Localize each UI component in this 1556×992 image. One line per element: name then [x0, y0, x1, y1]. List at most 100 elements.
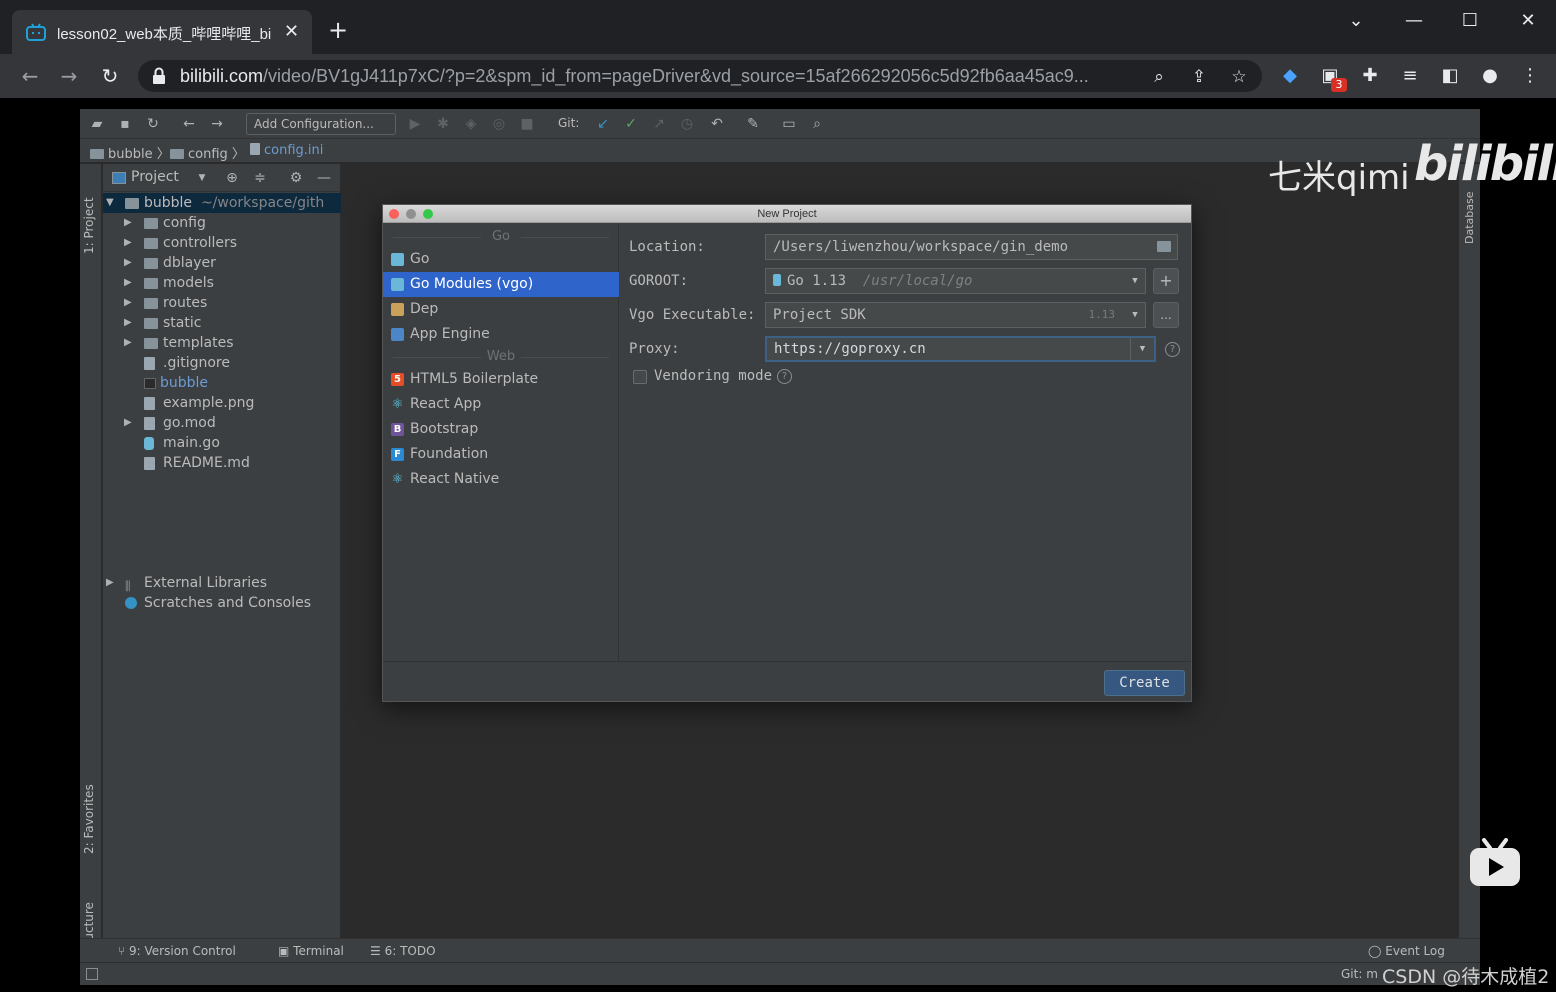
expand-arrow-icon[interactable]: ▶ — [124, 413, 132, 433]
project-type-react-native[interactable]: ⚛ React Native — [383, 467, 619, 492]
new-tab-button[interactable]: + — [328, 18, 348, 42]
nav-forward-icon[interactable]: → — [208, 115, 226, 133]
git-history-icon[interactable]: ◷ — [678, 115, 696, 133]
tree-item[interactable]: example.png — [103, 393, 341, 413]
tree-item-scratches[interactable]: Scratches and Consoles — [103, 593, 341, 613]
open-folder-icon[interactable]: ▰ — [88, 115, 106, 133]
location-field[interactable]: /Users/liwenzhou/workspace/gin_demo — [765, 234, 1178, 260]
tool-tab-terminal[interactable]: ▣ Terminal — [278, 944, 344, 958]
project-view-selector[interactable]: Project — [131, 169, 179, 185]
tree-root[interactable]: ▼ bubble ~/workspace/gith — [103, 193, 341, 213]
gear-icon[interactable]: ⚙ — [287, 169, 305, 187]
vendoring-help-icon[interactable]: ? — [777, 369, 792, 384]
debug-icon[interactable]: ✱ — [434, 115, 452, 133]
save-icon[interactable]: ▪ — [116, 115, 134, 133]
create-button[interactable]: Create — [1104, 670, 1185, 696]
share-icon[interactable]: ⇪ — [1188, 66, 1210, 88]
project-type-react-app[interactable]: ⚛ React App — [383, 392, 619, 417]
minimize-window-button[interactable]: — — [1399, 10, 1429, 32]
project-type-html5[interactable]: 5 HTML5 Boilerplate — [383, 367, 619, 392]
nav-back-icon[interactable]: ← — [180, 115, 198, 133]
locate-file-icon[interactable]: ⊕ — [223, 169, 241, 187]
expand-arrow-icon[interactable]: ▶ — [124, 273, 132, 293]
reload-icon[interactable]: ↻ — [98, 64, 122, 88]
proxy-input[interactable]: https://goproxy.cn ▼ — [765, 336, 1156, 362]
tool-tab-project[interactable]: 1: Project — [82, 197, 96, 254]
media-queue-icon[interactable]: ≡ — [1398, 64, 1422, 88]
expand-arrow-icon[interactable]: ▶ — [124, 313, 132, 333]
git-update-icon[interactable]: ↙ — [594, 115, 612, 133]
profile-icon[interactable]: ◎ — [490, 115, 508, 133]
tool-tab-favorites[interactable]: 2: Favorites — [82, 784, 96, 854]
add-sdk-button[interactable]: + — [1153, 268, 1179, 294]
tree-item[interactable]: .gitignore — [103, 353, 341, 373]
expand-arrow-icon[interactable]: ▶ — [124, 293, 132, 313]
tree-item[interactable]: bubble — [103, 373, 341, 393]
project-type-dep[interactable]: Dep — [383, 297, 619, 322]
expand-arrow-icon[interactable]: ▼ — [106, 193, 114, 213]
tab-search-chevron-icon[interactable]: ⌄ — [1341, 10, 1371, 32]
close-traffic-light[interactable] — [389, 209, 399, 219]
chevron-down-icon[interactable]: ▼ — [193, 169, 211, 187]
tool-tab-event-log[interactable]: ◯ Event Log — [1368, 944, 1445, 958]
zoom-icon[interactable]: ⌕ — [1148, 66, 1170, 88]
vendoring-mode-checkbox[interactable] — [633, 370, 647, 384]
breadcrumb-item[interactable]: config 〉 — [170, 143, 245, 162]
git-commit-icon[interactable]: ✓ — [622, 115, 640, 133]
search-everywhere-icon[interactable]: ⌕ — [808, 115, 826, 133]
bookmark-star-icon[interactable]: ☆ — [1228, 66, 1250, 88]
tree-item[interactable]: ▶ controllers — [103, 233, 341, 253]
add-configuration-button[interactable]: Add Configuration... — [246, 113, 396, 135]
breadcrumb-item[interactable]: config.ini — [250, 143, 323, 158]
tree-item[interactable]: ▶ config — [103, 213, 341, 233]
tree-item[interactable]: ▶ static — [103, 313, 341, 333]
tool-tab-todo[interactable]: ☰ 6: TODO — [370, 944, 436, 958]
chevron-down-icon[interactable]: ▼ — [1125, 269, 1145, 293]
browser-menu-icon[interactable]: ⋮ — [1518, 64, 1542, 88]
project-type-bootstrap[interactable]: B Bootstrap — [383, 417, 619, 442]
vgo-executable-select[interactable]: Project SDK 1.13 ▼ — [765, 302, 1146, 328]
expand-arrow-icon[interactable]: ▶ — [124, 333, 132, 353]
browse-executable-button[interactable]: ... — [1153, 302, 1179, 328]
git-push-icon[interactable]: ↗ — [650, 115, 668, 133]
zoom-traffic-light[interactable] — [423, 209, 433, 219]
browser-tab[interactable]: lesson02_web本质_哔哩哔哩_bi ✕ — [12, 10, 312, 54]
expand-arrow-icon[interactable]: ▶ — [106, 573, 114, 593]
git-branch-status[interactable]: Git: m — [1341, 967, 1378, 981]
tree-item[interactable]: ▶ routes — [103, 293, 341, 313]
forward-arrow-icon[interactable]: → — [57, 64, 81, 88]
chevron-down-icon[interactable]: ▼ — [1125, 303, 1145, 327]
address-bar[interactable]: bilibili.com/video/BV1gJ411p7xC/?p=2&spm… — [138, 60, 1262, 92]
hide-panel-icon[interactable]: — — [315, 169, 333, 187]
expand-arrow-icon[interactable]: ▶ — [124, 213, 132, 233]
close-window-button[interactable]: ✕ — [1513, 10, 1543, 32]
tree-item[interactable]: main.go — [103, 433, 341, 453]
terminal-window-icon[interactable]: ▭ — [780, 115, 798, 133]
project-type-go-modules[interactable]: Go Modules (vgo) — [383, 272, 619, 297]
side-panel-icon[interactable]: ◧ — [1438, 64, 1462, 88]
tool-windows-toggle-icon[interactable] — [86, 968, 98, 980]
chevron-down-icon[interactable]: ▼ — [1130, 338, 1154, 360]
collapse-all-icon[interactable]: ≑ — [251, 169, 269, 187]
settings-wrench-icon[interactable]: ✎ — [744, 115, 762, 133]
minimize-traffic-light[interactable] — [406, 209, 416, 219]
extension-shield-icon[interactable]: ◆ — [1278, 64, 1302, 88]
project-type-go[interactable]: Go — [383, 247, 619, 272]
project-type-app-engine[interactable]: App Engine — [383, 322, 619, 347]
sync-icon[interactable]: ↻ — [144, 115, 162, 133]
tab-close-icon[interactable]: ✕ — [284, 21, 299, 42]
project-type-foundation[interactable]: F Foundation — [383, 442, 619, 467]
profile-avatar-icon[interactable]: ● — [1478, 64, 1502, 88]
extensions-puzzle-icon[interactable]: ✚ — [1358, 64, 1382, 88]
tree-item[interactable]: ▶ dblayer — [103, 253, 341, 273]
expand-arrow-icon[interactable]: ▶ — [124, 233, 132, 253]
back-arrow-icon[interactable]: ← — [18, 64, 42, 88]
tree-item[interactable]: README.md — [103, 453, 341, 473]
tool-tab-database[interactable]: Database — [1463, 192, 1476, 245]
run-icon[interactable]: ▶ — [406, 115, 424, 133]
tree-item[interactable]: ▶ models — [103, 273, 341, 293]
git-rollback-icon[interactable]: ↶ — [708, 115, 726, 133]
tool-tab-version-control[interactable]: ⑂ 9: Version Control — [118, 944, 236, 958]
breadcrumb-item[interactable]: bubble 〉 — [90, 143, 170, 162]
goroot-select[interactable]: Go 1.13 /usr/local/go ▼ — [765, 268, 1146, 294]
